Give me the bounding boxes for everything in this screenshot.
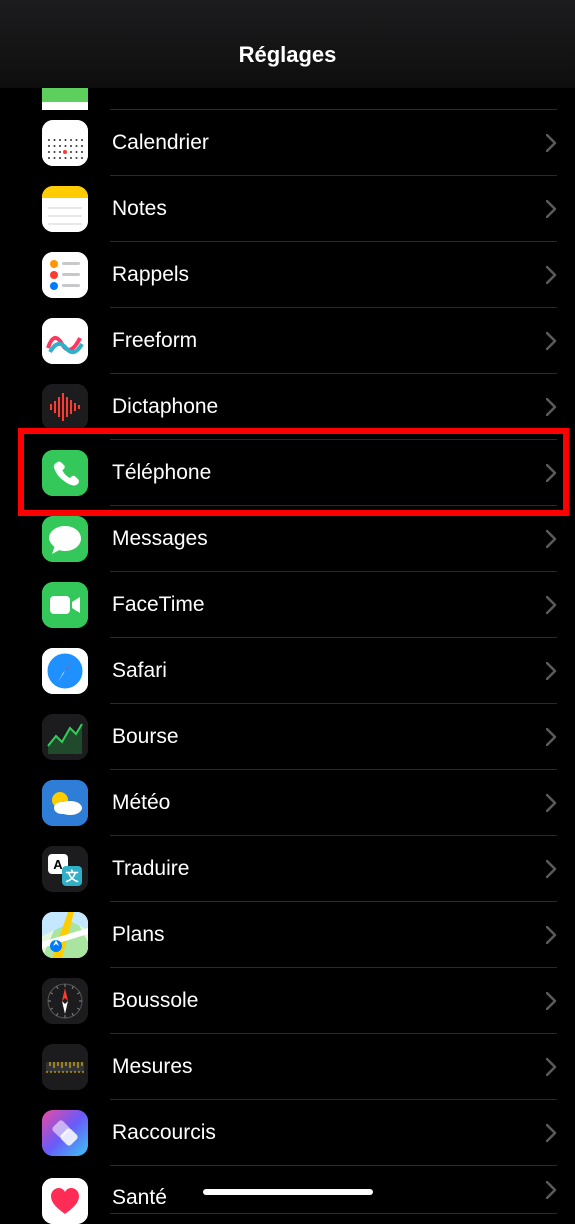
home-indicator[interactable] xyxy=(203,1189,373,1195)
freeform-icon xyxy=(42,318,88,364)
measure-icon xyxy=(42,1044,88,1090)
settings-row-traduire[interactable]: A 文 Traduire xyxy=(0,836,575,902)
settings-row-label: Dictaphone xyxy=(112,395,546,419)
settings-row-label: FaceTime xyxy=(112,593,546,617)
chevron-right-icon xyxy=(546,596,557,614)
chevron-right-icon xyxy=(546,134,557,152)
safari-icon xyxy=(42,648,88,694)
chevron-right-icon xyxy=(546,398,557,416)
settings-row-plans[interactable]: Plans xyxy=(0,902,575,968)
chevron-right-icon xyxy=(546,530,557,548)
voice-memos-icon xyxy=(42,384,88,430)
facetime-icon xyxy=(42,582,88,628)
settings-row-label: Safari xyxy=(112,659,546,683)
settings-row-meteo[interactable]: Météo xyxy=(0,770,575,836)
chevron-right-icon xyxy=(546,992,557,1010)
chevron-right-icon xyxy=(546,662,557,680)
chevron-right-icon xyxy=(546,1058,557,1076)
settings-row-rappels[interactable]: Rappels xyxy=(0,242,575,308)
chevron-right-icon xyxy=(546,200,557,218)
header-bar: Réglages xyxy=(0,0,575,88)
reminders-icon xyxy=(42,252,88,298)
translate-icon: A 文 xyxy=(42,846,88,892)
settings-row-telephone[interactable]: Téléphone xyxy=(0,440,575,506)
settings-row-label: Calendrier xyxy=(112,131,546,155)
settings-row-label: Bourse xyxy=(112,725,546,749)
settings-row-label: Boussole xyxy=(112,989,546,1013)
settings-row-mesures[interactable]: Mesures xyxy=(0,1034,575,1100)
settings-list: Calendrier Notes xyxy=(0,88,575,1200)
svg-text:A: A xyxy=(53,857,63,872)
settings-row-messages[interactable]: Messages xyxy=(0,506,575,572)
chevron-right-icon xyxy=(546,1181,557,1199)
weather-icon xyxy=(42,780,88,826)
settings-row-dictaphone[interactable]: Dictaphone xyxy=(0,374,575,440)
settings-row-label: Rappels xyxy=(112,263,546,287)
settings-row-label: Notes xyxy=(112,197,546,221)
settings-row-label: Plans xyxy=(112,923,546,947)
settings-row-label: Freeform xyxy=(112,329,546,353)
stocks-icon xyxy=(42,714,88,760)
settings-row-label: Raccourcis xyxy=(112,1121,546,1145)
chevron-right-icon xyxy=(546,926,557,944)
chevron-right-icon xyxy=(546,266,557,284)
health-icon xyxy=(42,1178,88,1224)
chevron-right-icon xyxy=(546,332,557,350)
settings-row-boussole[interactable]: Boussole xyxy=(0,968,575,1034)
settings-row-freeform[interactable]: Freeform xyxy=(0,308,575,374)
shortcuts-icon xyxy=(42,1110,88,1156)
chevron-right-icon xyxy=(546,794,557,812)
settings-row-label: Mesures xyxy=(112,1055,546,1079)
chevron-right-icon xyxy=(546,1124,557,1142)
partial-top-icon xyxy=(42,88,88,110)
maps-icon xyxy=(42,912,88,958)
settings-row-partial-top xyxy=(0,88,575,110)
settings-row-notes[interactable]: Notes xyxy=(0,176,575,242)
notes-icon xyxy=(42,186,88,232)
messages-icon xyxy=(42,516,88,562)
settings-row-label: Téléphone xyxy=(112,461,546,485)
settings-row-raccourcis[interactable]: Raccourcis xyxy=(0,1100,575,1166)
chevron-right-icon xyxy=(546,728,557,746)
settings-row-calendrier[interactable]: Calendrier xyxy=(0,110,575,176)
settings-row-facetime[interactable]: FaceTime xyxy=(0,572,575,638)
calendar-icon xyxy=(42,120,88,166)
settings-row-label: Messages xyxy=(112,527,546,551)
svg-text:文: 文 xyxy=(65,869,79,884)
phone-icon xyxy=(42,450,88,496)
page-title: Réglages xyxy=(239,42,337,68)
settings-row-label: Traduire xyxy=(112,857,546,881)
compass-icon xyxy=(42,978,88,1024)
chevron-right-icon xyxy=(546,860,557,878)
settings-row-safari[interactable]: Safari xyxy=(0,638,575,704)
settings-row-bourse[interactable]: Bourse xyxy=(0,704,575,770)
row-divider xyxy=(110,1213,557,1214)
chevron-right-icon xyxy=(546,464,557,482)
settings-row-label: Météo xyxy=(112,791,546,815)
